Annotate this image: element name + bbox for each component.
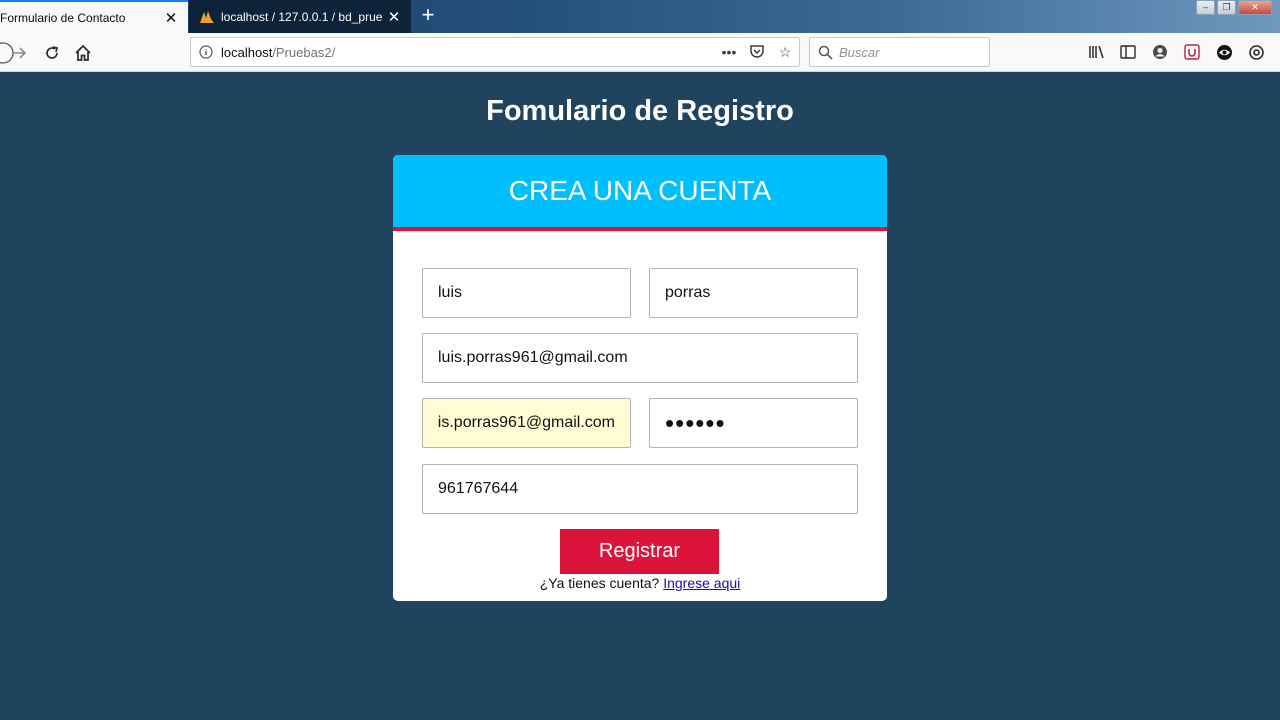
library-icon[interactable] <box>1087 42 1107 62</box>
close-tab-icon[interactable]: ✕ <box>383 8 405 26</box>
close-tab-icon[interactable]: ✕ <box>160 9 182 27</box>
registration-form: CREA UNA CUENTA Registrar ¿Ya tienes cue… <box>393 155 887 601</box>
tab-formulario-contacto[interactable]: Formulario de Contacto ✕ <box>0 0 188 33</box>
card-header-title: CREA UNA CUENTA <box>508 175 772 206</box>
navigation-toolbar: localhost/Pruebas2/ ••• ☆ Buscar <box>0 33 1280 72</box>
tab-title: localhost / 127.0.0.1 / bd_prueb <box>221 9 383 24</box>
register-button[interactable]: Registrar <box>560 529 719 574</box>
tab-phpmyadmin[interactable]: localhost / 127.0.0.1 / bd_prueb ✕ <box>189 0 411 33</box>
extension-eye-icon[interactable] <box>1214 42 1234 62</box>
site-info-icon[interactable] <box>191 45 221 59</box>
search-placeholder: Buscar <box>839 44 880 60</box>
forward-icon[interactable] <box>7 40 33 66</box>
login-link[interactable]: Ingrese aqui <box>663 575 740 591</box>
phpmyadmin-favicon-icon <box>200 10 214 23</box>
extension-gear-icon[interactable] <box>1246 42 1266 62</box>
home-icon[interactable] <box>70 40 96 66</box>
account-icon[interactable] <box>1150 42 1170 62</box>
password-input[interactable] <box>649 398 858 448</box>
search-bar[interactable]: Buscar <box>809 37 990 67</box>
window-controls: – ❐ ✕ <box>1196 0 1272 15</box>
url-host: localhost <box>221 44 273 60</box>
url-path: /Pruebas2/ <box>272 44 336 60</box>
restore-icon[interactable]: ❐ <box>1217 0 1236 15</box>
bookmark-star-icon[interactable]: ☆ <box>771 44 799 61</box>
page-actions-icon[interactable]: ••• <box>715 44 743 60</box>
phone-input[interactable] <box>422 464 858 514</box>
minimize-icon[interactable]: – <box>1196 0 1215 15</box>
sidebar-icon[interactable] <box>1118 42 1138 62</box>
url-text[interactable]: localhost/Pruebas2/ <box>221 45 715 60</box>
page-title: Fomulario de Registro <box>486 95 794 127</box>
first-name-input[interactable] <box>422 268 631 318</box>
window-close-icon[interactable]: ✕ <box>1238 0 1272 15</box>
reload-icon[interactable] <box>39 40 65 66</box>
extension-shield-icon[interactable] <box>1182 42 1202 62</box>
address-bar[interactable]: localhost/Pruebas2/ ••• ☆ <box>190 37 800 67</box>
card-header: CREA UNA CUENTA <box>393 155 887 231</box>
login-prompt: ¿Ya tienes cuenta? Ingrese aqui <box>393 575 887 591</box>
email-confirm-input[interactable] <box>422 398 631 448</box>
search-icon <box>818 45 833 60</box>
last-name-input[interactable] <box>649 268 858 318</box>
new-tab-icon[interactable]: + <box>416 4 440 28</box>
pocket-icon[interactable] <box>743 43 771 62</box>
email-input[interactable] <box>422 333 858 383</box>
login-prompt-text: ¿Ya tienes cuenta? <box>539 575 660 591</box>
tab-title: Formulario de Contacto <box>0 10 126 25</box>
tab-bar: Formulario de Contacto ✕ localhost / 127… <box>0 0 1280 33</box>
